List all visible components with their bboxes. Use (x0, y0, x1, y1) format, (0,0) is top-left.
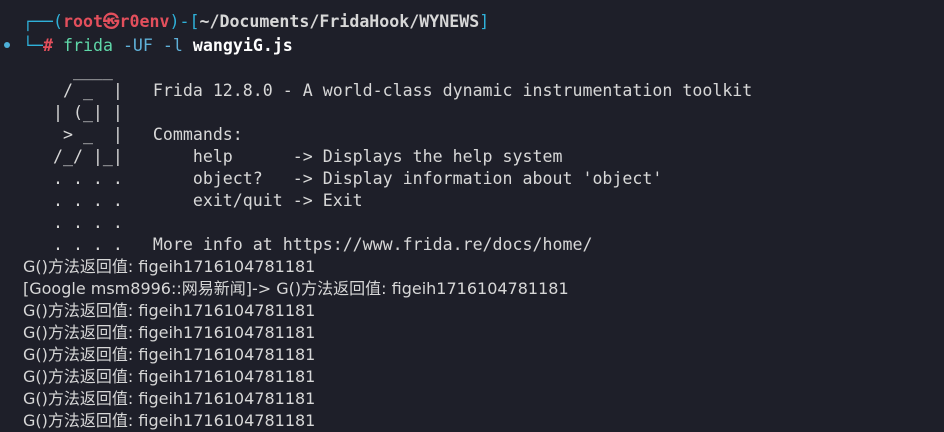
banner-line: > _ | Commands: (23, 125, 243, 144)
banner-line: . . . . More info at https://www.frida.r… (23, 235, 593, 254)
log-line: [Google msm8996::网易新闻]-> G()方法返回值: figei… (23, 279, 569, 298)
log-line: G()方法返回值: figeih1716104781181 (23, 367, 316, 386)
command-args: -UF -l (122, 36, 183, 55)
log-line: G()方法返回值: figeih1716104781181 (23, 345, 316, 364)
prompt-user-host: root㉿r0env (62, 12, 170, 31)
banner-line: . . . . object? -> Display information a… (23, 169, 663, 188)
banner-line: / _ | Frida 12.8.0 - A world-class dynam… (23, 81, 753, 100)
banner-line: . . . . exit/quit -> Exit (23, 191, 363, 210)
command-line[interactable]: └─# frida -UF -l wangyiG.js (23, 35, 293, 57)
log-line: G()方法返回值: figeih1716104781181 (23, 323, 316, 342)
log-line: G()方法返回值: figeih1716104781181 (23, 257, 316, 276)
terminal-window[interactable]: ┌──(root㉿r0env)-[~/Documents/FridaHook/W… (0, 0, 944, 431)
prompt-marker-dot-icon (4, 42, 10, 48)
prompt-cwd: ~/Documents/FridaHook/WYNEWS (199, 12, 480, 31)
prompt-hash: # (42, 36, 53, 55)
prompt-corner-top: ┌──( (23, 12, 63, 31)
prompt-bracket-close: ] (479, 12, 490, 31)
prompt-separator: )-[ (169, 12, 200, 31)
banner-line: ____ (23, 61, 113, 80)
banner-line: | (_| | (23, 103, 123, 122)
command-script-file: wangyiG.js (192, 36, 293, 55)
command-program: frida (62, 36, 113, 55)
log-line: G()方法返回值: figeih1716104781181 (23, 389, 316, 408)
prompt-line-top: ┌──(root㉿r0env)-[~/Documents/FridaHook/W… (23, 11, 489, 33)
log-line: G()方法返回值: figeih1716104781181 (23, 301, 316, 320)
banner-line: . . . . (23, 213, 123, 232)
prompt-corner-bottom: └─ (23, 36, 43, 55)
log-line: G()方法返回值: figeih1716104781181 (23, 411, 316, 430)
banner-line: /_/ |_| help -> Displays the help system (23, 147, 563, 166)
